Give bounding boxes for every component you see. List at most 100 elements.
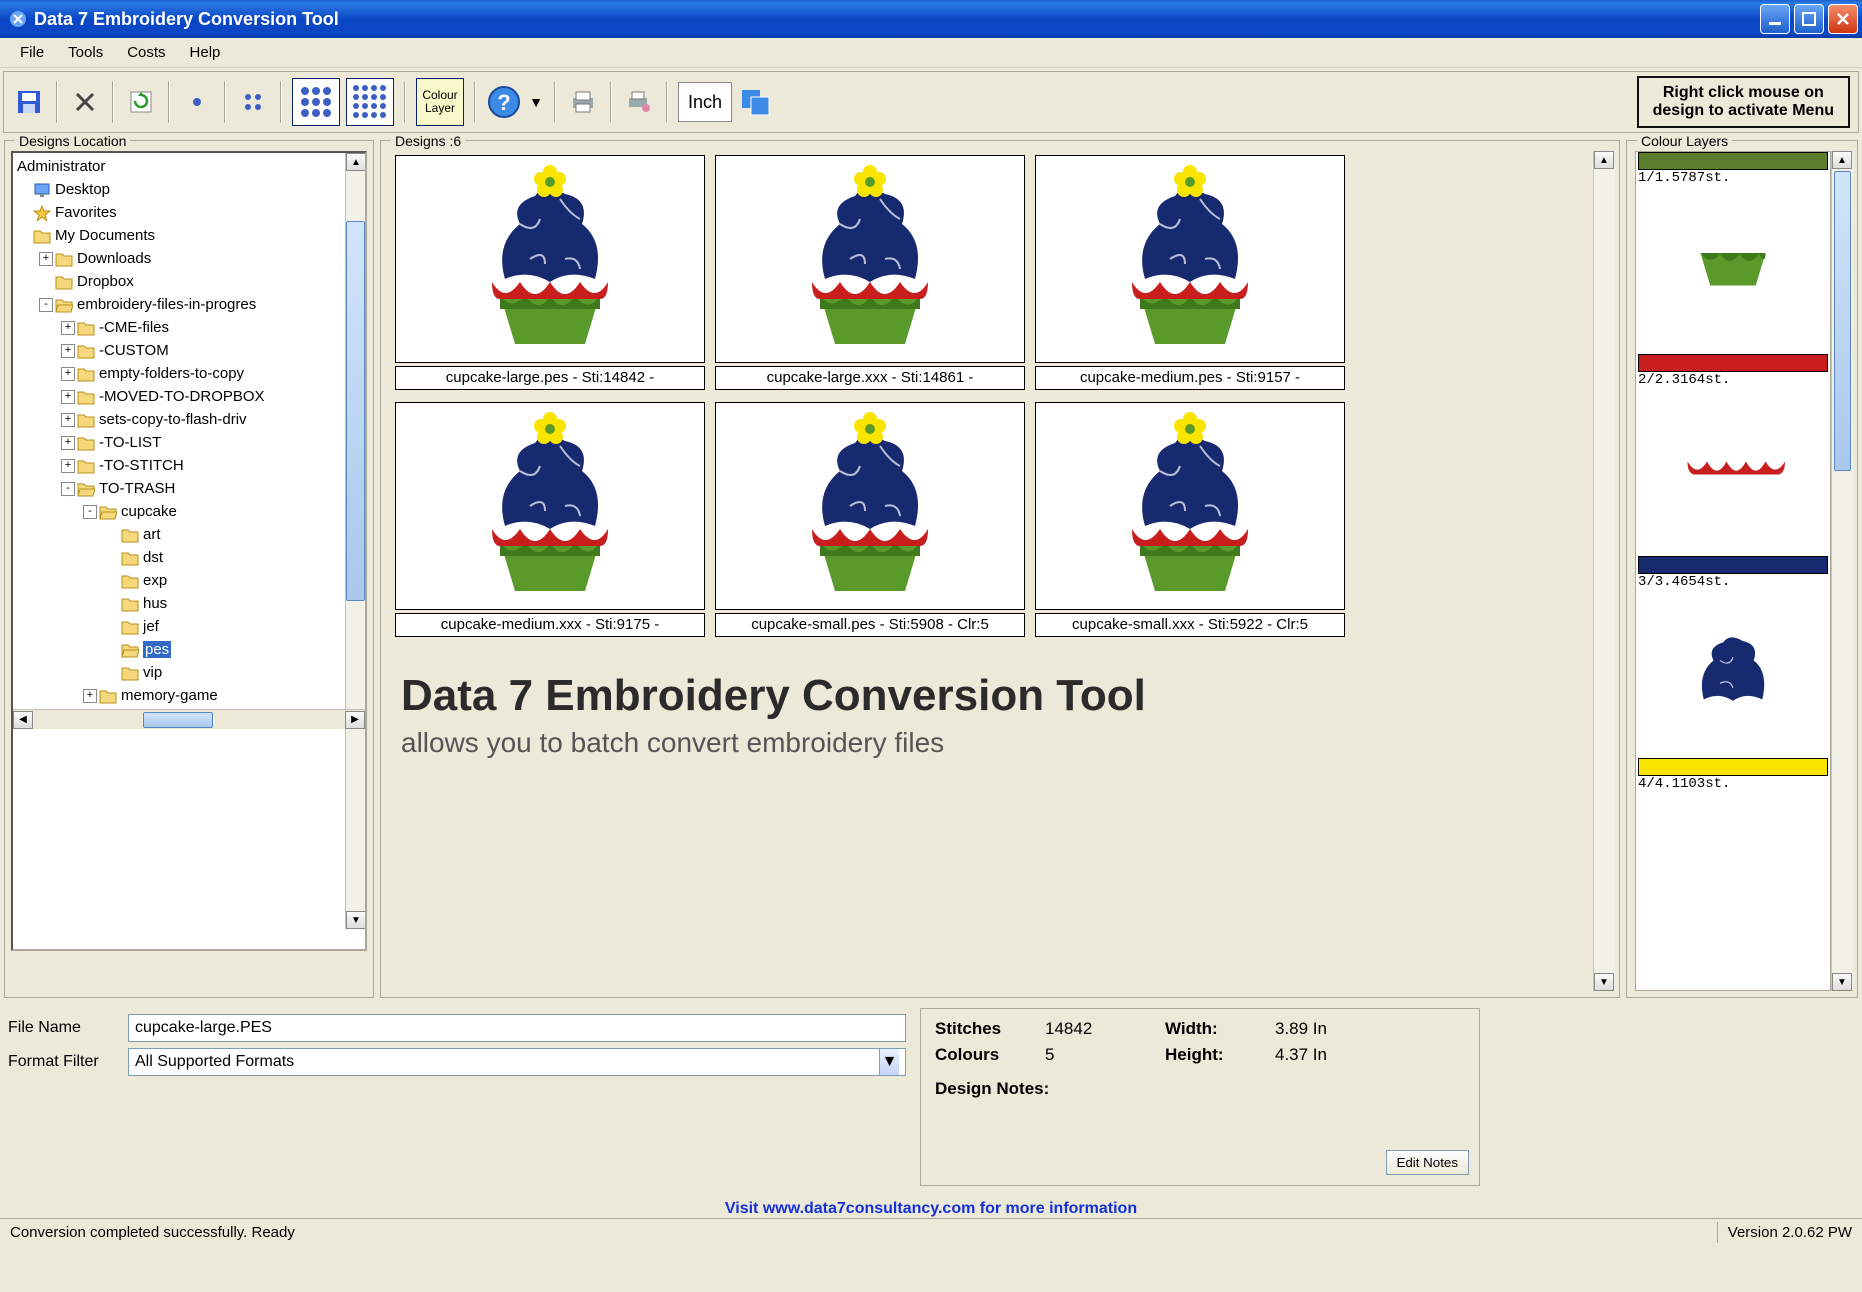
menu-tools[interactable]: Tools <box>56 40 115 65</box>
hint-box: Right click mouse on design to activate … <box>1637 76 1850 128</box>
design-card[interactable]: cupcake-small.xxx - Sti:5922 - Clr:5 <box>1035 402 1345 637</box>
scroll-thumb[interactable] <box>1834 171 1851 471</box>
scroll-right-icon[interactable]: ▶ <box>345 711 365 729</box>
tree-item[interactable]: Favorites <box>17 201 365 224</box>
tree-item[interactable]: vip <box>17 661 365 684</box>
design-thumb[interactable] <box>1035 402 1345 610</box>
expander-icon[interactable]: - <box>61 482 75 496</box>
tree-item[interactable]: exp <box>17 569 365 592</box>
tree-item[interactable]: + -CME-files <box>17 316 365 339</box>
visit-link[interactable]: Visit www.data7consultancy.com for more … <box>725 1200 1137 1217</box>
tree-item[interactable]: - TO-TRASH <box>17 477 365 500</box>
colour-layer[interactable]: 3/3.4654st. <box>1636 556 1830 758</box>
tree-item[interactable]: Desktop <box>17 178 365 201</box>
tree-item[interactable]: + -CUSTOM <box>17 339 365 362</box>
colour-layers-label: Colour Layers <box>1637 133 1732 149</box>
expander-icon[interactable]: + <box>61 436 75 450</box>
scroll-down-icon[interactable]: ▼ <box>1594 973 1614 991</box>
folder-tree[interactable]: AdministratorDesktopFavorites My Documen… <box>11 151 367 951</box>
expander-icon[interactable]: + <box>61 413 75 427</box>
grid-9-icon[interactable] <box>292 78 340 126</box>
overlap-icon[interactable] <box>738 85 772 119</box>
design-thumb[interactable] <box>395 155 705 363</box>
tree-item[interactable]: jef <box>17 615 365 638</box>
grid-16-icon[interactable] <box>346 78 394 126</box>
expander-icon[interactable]: + <box>39 252 53 266</box>
edit-notes-button[interactable]: Edit Notes <box>1386 1150 1470 1175</box>
refresh-icon[interactable] <box>124 85 158 119</box>
scroll-thumb[interactable] <box>346 221 365 601</box>
layer-swatch <box>1638 152 1828 170</box>
print-icon[interactable] <box>566 85 600 119</box>
design-card[interactable]: cupcake-medium.xxx - Sti:9175 - <box>395 402 705 637</box>
scroll-left-icon[interactable]: ◀ <box>13 711 33 729</box>
tree-item[interactable]: - embroidery-files-in-progres <box>17 293 365 316</box>
expander-icon[interactable]: + <box>61 367 75 381</box>
colour-layer[interactable]: 1/1.5787st. <box>1636 152 1830 354</box>
help-icon[interactable]: ? <box>486 85 522 119</box>
hscroll-thumb[interactable] <box>143 712 213 728</box>
colour-layer[interactable]: 4/4.1103st. <box>1636 758 1830 800</box>
tree-item[interactable]: + memory-game <box>17 684 365 707</box>
design-card[interactable]: cupcake-large.xxx - Sti:14861 - <box>715 155 1025 390</box>
width-label: Width: <box>1165 1019 1275 1039</box>
tree-item[interactable]: + -TO-LIST <box>17 431 365 454</box>
save-icon[interactable] <box>12 85 46 119</box>
design-card[interactable]: cupcake-large.pes - Sti:14842 - <box>395 155 705 390</box>
expander-icon[interactable]: - <box>83 505 97 519</box>
design-card[interactable]: cupcake-medium.pes - Sti:9157 - <box>1035 155 1345 390</box>
expander-icon[interactable]: - <box>39 298 53 312</box>
help-dropdown-icon[interactable]: ▼ <box>528 85 544 119</box>
grid-4-icon[interactable] <box>236 85 270 119</box>
maximize-button[interactable] <box>1794 4 1824 34</box>
file-name-input[interactable] <box>128 1014 906 1042</box>
tree-root[interactable]: Administrator <box>17 155 365 178</box>
tree-item[interactable]: + Downloads <box>17 247 365 270</box>
minimize-button[interactable] <box>1760 4 1790 34</box>
tree-item[interactable]: + -MOVED-TO-DROPBOX <box>17 385 365 408</box>
colour-layer-button[interactable]: Colour Layer <box>416 78 464 126</box>
menubar: File Tools Costs Help <box>0 38 1862 68</box>
expander-icon[interactable]: + <box>61 321 75 335</box>
design-card[interactable]: cupcake-small.pes - Sti:5908 - Clr:5 <box>715 402 1025 637</box>
design-thumb[interactable] <box>1035 155 1345 363</box>
design-thumb[interactable] <box>715 402 1025 610</box>
tree-item[interactable]: Dropbox <box>17 270 365 293</box>
tree-item[interactable]: art <box>17 523 365 546</box>
scroll-up-icon[interactable]: ▲ <box>1832 151 1852 169</box>
tree-item[interactable]: hus <box>17 592 365 615</box>
close-button[interactable] <box>1828 4 1858 34</box>
scroll-down-icon[interactable]: ▼ <box>346 911 366 929</box>
expander-icon[interactable]: + <box>61 344 75 358</box>
scroll-up-icon[interactable]: ▲ <box>346 153 366 171</box>
expander-icon[interactable]: + <box>61 390 75 404</box>
chevron-down-icon[interactable]: ▼ <box>879 1049 899 1075</box>
design-thumb[interactable] <box>395 402 705 610</box>
print-setup-icon[interactable] <box>622 85 656 119</box>
format-filter-select[interactable]: All Supported Formats ▼ <box>128 1048 906 1076</box>
expander-icon[interactable]: + <box>61 459 75 473</box>
expander-icon[interactable]: + <box>83 689 97 703</box>
tree-item[interactable]: My Documents <box>17 224 365 247</box>
scroll-up-icon[interactable]: ▲ <box>1594 151 1614 169</box>
tree-vscroll[interactable]: ▲ ▼ <box>345 153 365 929</box>
delete-icon[interactable] <box>68 85 102 119</box>
menu-file[interactable]: File <box>8 40 56 65</box>
colour-layer[interactable]: 2/2.3164st. <box>1636 354 1830 556</box>
tree-hscroll[interactable]: ◀ ▶ <box>13 709 365 729</box>
tree-item[interactable]: dst <box>17 546 365 569</box>
layers-vscroll[interactable]: ▲ ▼ <box>1831 151 1853 991</box>
tree-item[interactable]: pes <box>17 638 365 661</box>
units-inch-button[interactable]: Inch <box>678 82 732 122</box>
design-thumb[interactable] <box>715 155 1025 363</box>
dot-icon[interactable] <box>180 85 214 119</box>
scroll-down-icon[interactable]: ▼ <box>1832 973 1852 991</box>
tree-item[interactable]: - cupcake <box>17 500 365 523</box>
hint-line2: design to activate Menu <box>1653 102 1834 120</box>
tree-item[interactable]: + -TO-STITCH <box>17 454 365 477</box>
designs-vscroll[interactable]: ▲ ▼ <box>1593 151 1615 991</box>
menu-help[interactable]: Help <box>178 40 233 65</box>
tree-item[interactable]: + empty-folders-to-copy <box>17 362 365 385</box>
menu-costs[interactable]: Costs <box>115 40 177 65</box>
tree-item[interactable]: + sets-copy-to-flash-driv <box>17 408 365 431</box>
